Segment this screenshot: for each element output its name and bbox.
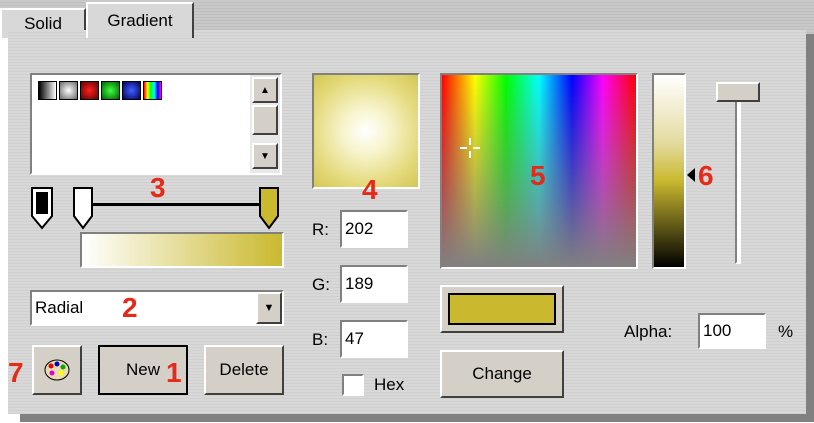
preset-blue[interactable] <box>122 81 141 100</box>
change-button-label: Change <box>472 364 532 383</box>
annotation-1: 1 <box>166 357 182 388</box>
palette-icon <box>44 359 70 381</box>
b-value: 47 <box>345 329 364 348</box>
annotation-6: 6 <box>698 160 714 191</box>
scroll-down-arrow-icon[interactable]: ▼ <box>252 143 278 169</box>
palette-button[interactable] <box>32 345 82 395</box>
annotation-2: 2 <box>122 292 138 323</box>
hex-label: Hex <box>374 375 405 394</box>
g-value: 189 <box>345 274 374 293</box>
alpha-slider-thumb[interactable] <box>716 82 760 102</box>
b-label: B: <box>312 330 329 349</box>
tab-gradient[interactable]: Gradient <box>86 2 194 38</box>
change-button[interactable]: Change <box>440 350 564 398</box>
dropdown-arrow-icon[interactable]: ▼ <box>256 292 282 324</box>
current-color-swatch <box>448 293 556 325</box>
presets-scrollbar[interactable]: ▲ ▼ <box>250 75 280 173</box>
preset-green[interactable] <box>101 81 120 100</box>
annotation-4: 4 <box>362 174 378 205</box>
color-preview <box>312 73 420 189</box>
r-label: R: <box>312 220 329 239</box>
color-well-black-icon[interactable] <box>30 186 60 232</box>
alpha-input[interactable]: 100 <box>698 313 766 349</box>
gradient-type-value: Radial <box>35 298 84 317</box>
gradient-stop-right[interactable] <box>256 186 284 232</box>
new-button-label: New <box>125 360 160 379</box>
alpha-slider-track[interactable] <box>735 86 741 264</box>
r-input[interactable]: 202 <box>340 210 408 248</box>
scroll-thumb[interactable] <box>252 105 278 135</box>
current-color-button[interactable] <box>440 285 564 333</box>
annotation-5: 5 <box>530 160 546 191</box>
hex-checkbox[interactable] <box>342 374 364 396</box>
preset-red[interactable] <box>80 81 99 100</box>
preset-gray-radial[interactable] <box>59 81 78 100</box>
crosshair-icon <box>460 138 480 158</box>
scroll-up-arrow-icon[interactable]: ▲ <box>252 77 278 103</box>
b-input[interactable]: 47 <box>340 320 408 358</box>
gradient-slider-track <box>82 203 272 206</box>
g-input[interactable]: 189 <box>340 265 408 303</box>
annotation-3: 3 <box>150 172 166 203</box>
alpha-value: 100 <box>703 321 732 340</box>
brightness-pointer-icon <box>687 168 695 182</box>
gradient-presets-list[interactable] <box>30 73 282 175</box>
preset-rainbow[interactable] <box>143 81 162 100</box>
gradient-type-dropdown[interactable]: Radial <box>30 290 284 326</box>
alpha-unit: % <box>778 322 794 341</box>
tab-gradient-label: Gradient <box>107 11 173 30</box>
delete-button[interactable]: Delete <box>204 345 284 395</box>
preset-black-white[interactable] <box>38 81 57 100</box>
delete-button-label: Delete <box>219 360 269 379</box>
annotation-7: 7 <box>8 357 24 388</box>
brightness-bar[interactable] <box>652 73 686 269</box>
r-value: 202 <box>345 219 374 238</box>
g-label: G: <box>312 275 330 294</box>
gradient-stop-left[interactable] <box>70 186 98 232</box>
gradient-preview-bar <box>80 232 284 268</box>
alpha-label: Alpha: <box>624 322 673 341</box>
